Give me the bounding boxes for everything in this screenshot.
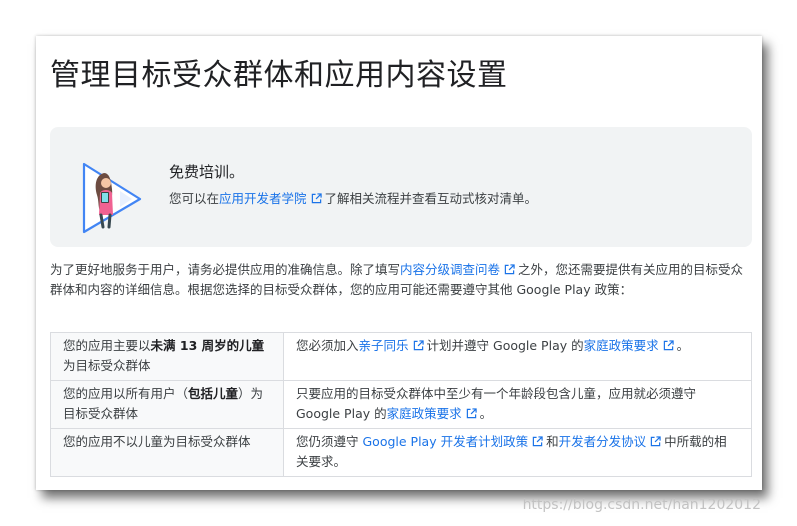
cell-text: 。 (676, 338, 690, 353)
page-title: 管理目标受众群体和应用内容设置 (50, 58, 508, 93)
intro-paragraph: 为了更好地服务于用户，请务必提供应用的准确信息。除了填写内容分级调查问卷 之外，您… (50, 260, 754, 300)
table-row: 您的应用不以儿童为目标受众群体 您仍须遵守 Google Play 开发者计划政… (50, 428, 752, 477)
families-policy-link[interactable]: 家庭政策要求 (387, 406, 462, 421)
cell-text: 只要应用的目标受众群体中至少有一个年龄段包含儿童，应用就必须遵守 Google … (296, 386, 697, 421)
table-row: 您的应用以所有用户（包括儿童）为目标受众群体 只要应用的目标受众群体中至少有一个… (50, 380, 752, 429)
cell-bold-text: 未满 13 周岁的儿童 (150, 338, 265, 353)
table-cell-audience: 您的应用以所有用户（包括儿童）为目标受众群体 (50, 380, 284, 429)
external-link-icon (650, 436, 661, 447)
academy-illustration-icon (82, 162, 142, 234)
callout-body-suffix: 了解相关流程并查看互动式核对清单。 (324, 191, 538, 206)
external-link-icon (311, 193, 322, 204)
external-link-icon (504, 264, 515, 275)
cell-text: 计划并遵守 Google Play 的 (426, 338, 584, 353)
watermark-text: https://blog.csdn.net/han1202012 (522, 497, 761, 513)
cell-bold-text: 包括儿童 (188, 386, 239, 401)
cell-text: 您的应用以所有用户（ (63, 386, 189, 401)
policy-table: 您的应用主要以未满 13 周岁的儿童为目标受众群体 您必须加入亲子同乐 计划并遵守… (50, 332, 752, 477)
table-cell-requirement: 您必须加入亲子同乐 计划并遵守 Google Play 的家庭政策要求 。 (283, 332, 752, 381)
academy-link[interactable]: 应用开发者学院 (219, 191, 307, 206)
table-cell-requirement: 您仍须遵守 Google Play 开发者计划政策 和开发者分发协议 中所载的相关要… (283, 428, 752, 477)
intro-text-1: 为了更好地服务于用户，请务必提供应用的准确信息。除了填写 (50, 262, 401, 277)
cell-text: 为目标受众群体 (63, 358, 151, 373)
table-cell-requirement: 只要应用的目标受众群体中至少有一个年龄段包含儿童，应用就必须遵守 Google … (283, 380, 752, 429)
external-link-icon (466, 408, 477, 419)
cell-text: 和 (546, 434, 559, 449)
cell-text: 您的应用主要以 (63, 338, 151, 353)
families-policy-link[interactable]: 家庭政策要求 (584, 338, 659, 353)
callout-title: 免费培训。 (169, 163, 245, 181)
table-row: 您的应用主要以未满 13 周岁的儿童为目标受众群体 您必须加入亲子同乐 计划并遵守… (50, 332, 752, 381)
external-link-icon (663, 340, 674, 351)
callout-body: 您可以在应用开发者学院 了解相关流程并查看互动式核对清单。 (169, 188, 537, 207)
external-link-icon (413, 340, 424, 351)
cell-text: 您仍须遵守 (296, 434, 363, 449)
designed-for-families-link[interactable]: 亲子同乐 (359, 338, 409, 353)
external-link-icon (532, 436, 543, 447)
cell-text: 您的应用不以儿童为目标受众群体 (63, 434, 251, 449)
content-card: 管理目标受众群体和应用内容设置 免费培训。 您可以在应用开发者学院 了解相关流程并… (36, 36, 762, 490)
table-cell-audience: 您的应用不以儿童为目标受众群体 (50, 428, 284, 477)
cell-text: 您必须加入 (296, 338, 359, 353)
training-callout: 免费培训。 您可以在应用开发者学院 了解相关流程并查看互动式核对清单。 (50, 127, 752, 247)
table-cell-audience: 您的应用主要以未满 13 周岁的儿童为目标受众群体 (50, 332, 284, 381)
cell-text: 。 (479, 406, 493, 421)
developer-program-policy-link[interactable]: Google Play 开发者计划政策 (362, 434, 528, 449)
callout-body-prefix: 您可以在 (169, 191, 220, 206)
content-rating-link[interactable]: 内容分级调查问卷 (400, 262, 500, 277)
developer-distribution-agreement-link[interactable]: 开发者分发协议 (559, 434, 647, 449)
